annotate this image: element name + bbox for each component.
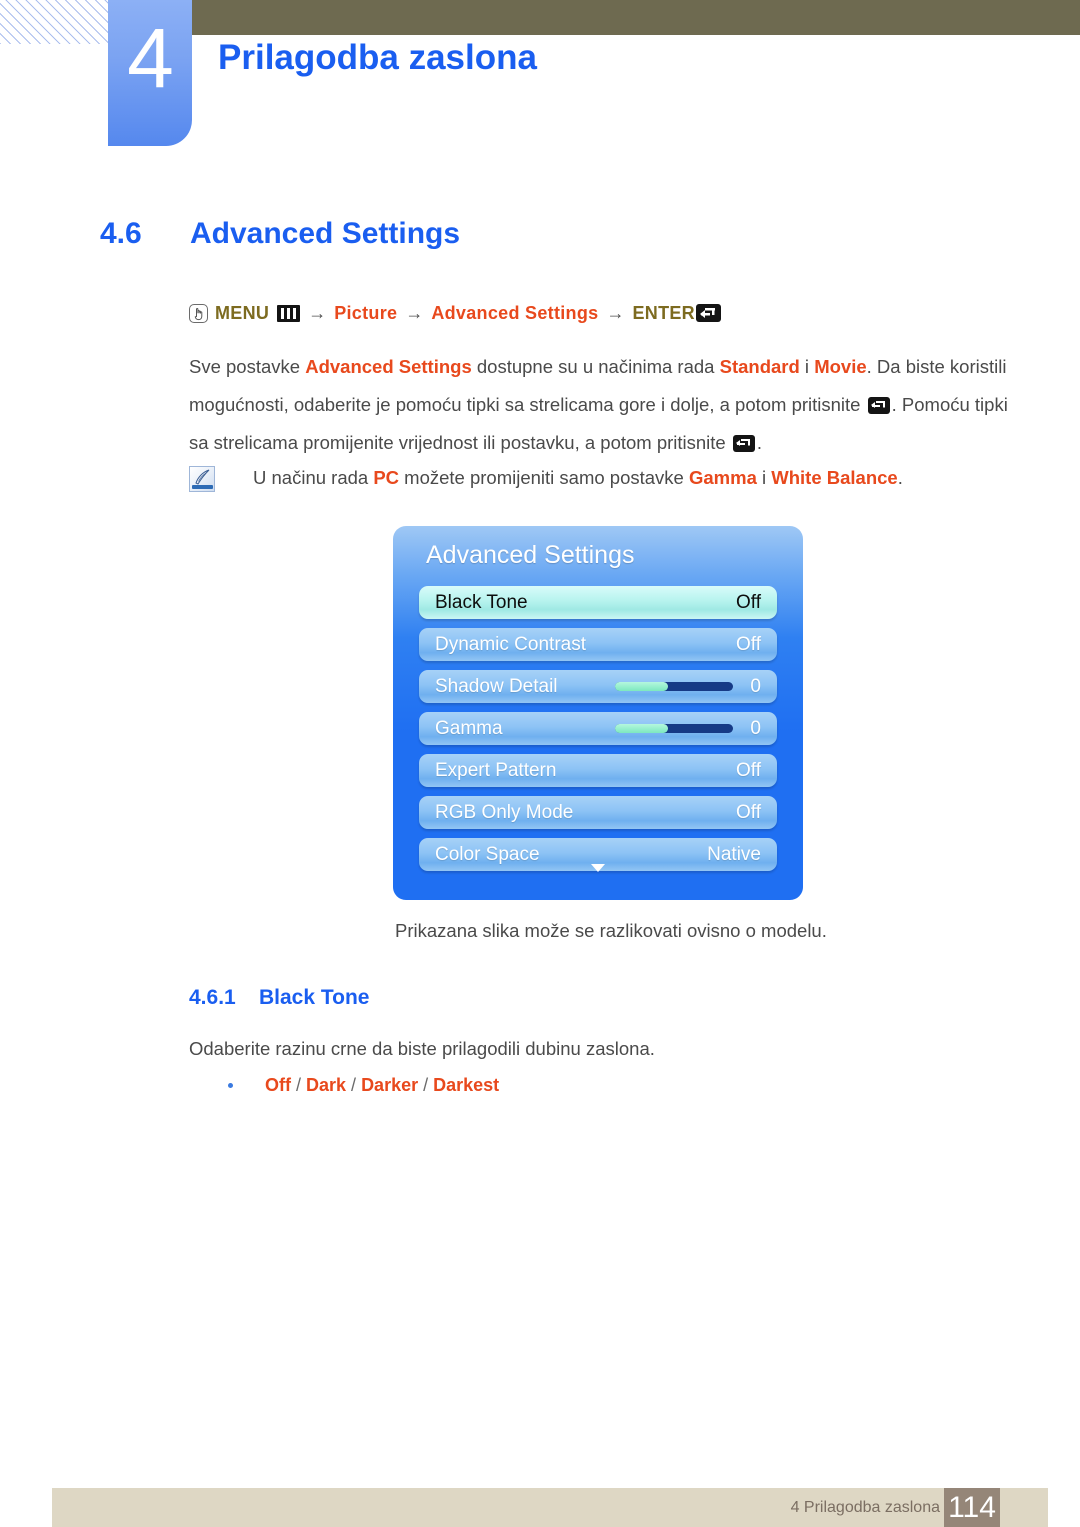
option-separator: / [291, 1075, 307, 1095]
subsection-paragraph: Odaberite razinu crne da biste prilagodi… [189, 1038, 655, 1059]
note-text-4: . [897, 467, 903, 488]
advanced-settings-label: Advanced Settings [431, 303, 599, 323]
option-separator: / [418, 1075, 434, 1095]
subsection-title: Black Tone [259, 986, 370, 1009]
note-text-2: možete promijeniti samo postavke [399, 467, 689, 488]
path-arrow-1: → [308, 303, 327, 323]
para-text-3: i [799, 356, 815, 377]
osd-row-label: RGB Only Mode [435, 801, 574, 823]
osd-row-value: 0 [750, 717, 761, 739]
para-text-1: Sve postavke [189, 356, 306, 377]
osd-slider-fill [615, 724, 669, 733]
section-title: Advanced Settings [190, 217, 461, 250]
section-heading: 4.6 Advanced Settings [100, 216, 460, 252]
path-arrow-3: → [606, 303, 625, 323]
intro-paragraph: Sve postavke Advanced Settings dostupne … [189, 348, 1019, 462]
chapter-number: 4 [127, 11, 174, 105]
para-text-2: dostupne su u načinima rada [471, 356, 720, 377]
chapter-title: Prilagodba zaslona [218, 38, 537, 77]
bullet-dot-icon [228, 1082, 233, 1088]
option-list: Off / Dark / Darker / Darkest [265, 1073, 499, 1097]
page-header: 4 Prilagodba zaslona [0, 0, 1080, 150]
menu-path: MENU → Picture → Advanced Settings → ENT… [189, 300, 721, 326]
option-dark: Dark [306, 1075, 347, 1095]
list-item: Off / Dark / Darker / Darkest [228, 1073, 499, 1097]
note-keyword-gamma: Gamma [689, 467, 757, 488]
osd-row-value: Off [736, 801, 761, 823]
osd-panel: Advanced Settings Black Tone Off Dynamic C… [393, 526, 803, 900]
osd-row-slider[interactable] [615, 724, 733, 733]
osd-row-label: Gamma [435, 717, 503, 739]
option-darkest: Darkest [433, 1075, 500, 1095]
section-number: 4.6 [100, 217, 142, 250]
hatch-decoration [0, 0, 110, 44]
note-text-1: U načinu rada [253, 467, 374, 488]
osd-row-value: Off [736, 591, 761, 613]
osd-row-list: Black Tone Off Dynamic Contrast Off Shadow D… [419, 586, 777, 880]
osd-row-black-tone[interactable]: Black Tone Off [419, 586, 777, 619]
para-text-6: . [756, 432, 763, 453]
para-keyword-movie: Movie [814, 356, 867, 377]
osd-row-label: Expert Pattern [435, 759, 557, 781]
osd-row-gamma[interactable]: Gamma 0 [419, 712, 777, 745]
para-keyword-advanced-settings: Advanced Settings [305, 356, 472, 377]
osd-title: Advanced Settings [426, 541, 635, 569]
option-separator: / [346, 1075, 362, 1095]
option-off: Off [265, 1075, 291, 1095]
option-darker: Darker [361, 1075, 419, 1095]
subsection-heading: 4.6.1 Black Tone [189, 985, 369, 1011]
osd-row-dynamic-contrast[interactable]: Dynamic Contrast Off [419, 628, 777, 661]
note-text: U načinu rada PC možete promijeniti samo… [253, 466, 903, 490]
note-block: U načinu rada PC možete promijeniti samo… [189, 466, 989, 492]
note-keyword-pc: PC [373, 467, 400, 488]
chapter-tab: 4 [108, 0, 192, 146]
osd-row-value: Off [736, 759, 761, 781]
osd-row-label: Black Tone [435, 591, 528, 613]
osd-row-shadow-detail[interactable]: Shadow Detail 0 [419, 670, 777, 703]
menu-label: MENU [215, 303, 270, 323]
osd-row-slider[interactable] [615, 682, 733, 691]
hand-press-icon [189, 303, 208, 323]
path-arrow-2: → [405, 303, 424, 323]
note-keyword-white-balance: White Balance [771, 467, 898, 488]
header-bar [190, 0, 1080, 35]
osd-caption: Prikazana slika može se razlikovati ovis… [395, 920, 827, 941]
note-text-3: i [756, 467, 772, 488]
osd-row-label: Shadow Detail [435, 675, 558, 697]
footer-chapter-label: 4 Prilagodba zaslona [790, 1499, 940, 1516]
para-keyword-standard: Standard [719, 356, 800, 377]
footer-page-number: 114 [944, 1488, 1000, 1527]
note-quill-icon [189, 466, 215, 492]
enter-key-icon-inline-2 [732, 435, 755, 452]
osd-row-value: Off [736, 633, 761, 655]
enter-key-icon [695, 304, 721, 322]
enter-label: ENTER [632, 303, 695, 323]
osd-row-expert-pattern[interactable]: Expert Pattern Off [419, 754, 777, 787]
osd-row-label: Dynamic Contrast [435, 633, 586, 655]
osd-row-value: 0 [750, 675, 761, 697]
page-footer: 4 Prilagodba zaslona 114 [52, 1488, 1048, 1527]
subsection-number: 4.6.1 [189, 986, 236, 1009]
picture-label: Picture [334, 303, 398, 323]
menu-bars-icon [277, 304, 301, 322]
enter-key-icon-inline-1 [867, 397, 890, 414]
osd-slider-fill [615, 682, 669, 691]
chevron-down-icon[interactable] [393, 862, 803, 874]
osd-row-rgb-only-mode[interactable]: RGB Only Mode Off [419, 796, 777, 829]
